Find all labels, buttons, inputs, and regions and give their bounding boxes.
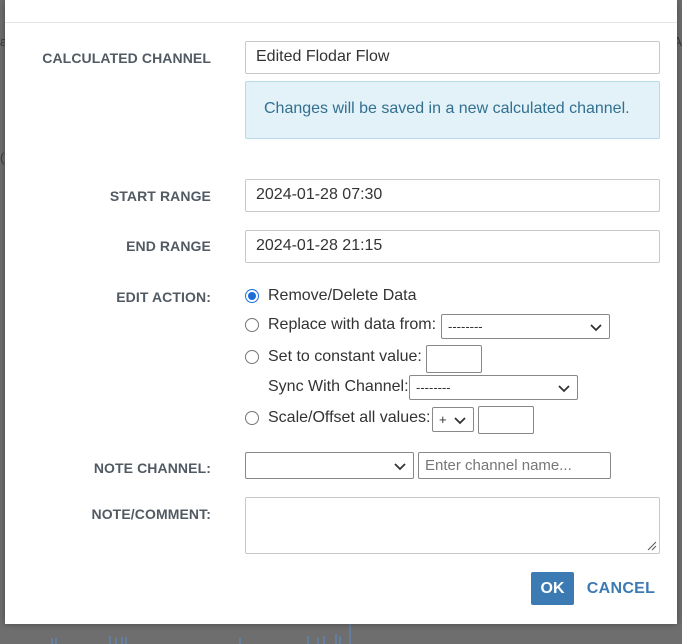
chevron-down-icon xyxy=(590,323,602,331)
replace-radio[interactable] xyxy=(245,318,259,332)
start-range-input[interactable]: 2024-01-28 07:30 xyxy=(245,179,660,212)
constant-label: Set to constant value: xyxy=(268,348,422,365)
backdrop-text-c: ( xyxy=(0,150,5,165)
end-range-label: END RANGE xyxy=(126,238,211,254)
option-constant[interactable]: Set to constant value: xyxy=(245,348,422,366)
operator-value: + xyxy=(439,412,447,427)
calculated-channel-input[interactable]: Edited Flodar Flow xyxy=(245,41,660,74)
note-channel-label: NOTE CHANNEL: xyxy=(93,460,211,476)
end-range-input[interactable]: 2024-01-28 21:15 xyxy=(245,230,660,263)
replace-source-select[interactable]: -------- xyxy=(441,314,610,339)
info-alert: Changes will be saved in a new calculate… xyxy=(245,81,660,139)
note-comment-label: NOTE/COMMENT: xyxy=(91,506,211,522)
cancel-button[interactable]: CANCEL xyxy=(587,572,655,605)
chevron-down-icon xyxy=(394,462,406,470)
resize-handle-icon[interactable] xyxy=(647,541,657,551)
option-replace[interactable]: Replace with data from: xyxy=(245,316,436,334)
chevron-down-icon xyxy=(558,384,570,392)
operator-select[interactable]: + xyxy=(432,407,474,432)
chevron-down-icon xyxy=(454,416,466,424)
remove-label: Remove/Delete Data xyxy=(268,287,417,304)
replace-source-value: -------- xyxy=(448,319,483,334)
channel-name-input[interactable]: Enter channel name... xyxy=(418,452,611,479)
dialog-header-divider xyxy=(5,22,677,23)
scale-value-input[interactable] xyxy=(478,406,534,434)
sync-channel-label: Sync With Channel: xyxy=(268,378,409,395)
sync-channel-select[interactable]: -------- xyxy=(409,375,578,400)
calculated-channel-label: CALCULATED CHANNEL xyxy=(42,50,211,66)
info-message: Changes will be saved in a new calculate… xyxy=(264,100,630,117)
edit-action-label: EDIT ACTION: xyxy=(116,289,211,305)
ok-button[interactable]: OK xyxy=(531,572,574,605)
note-channel-select[interactable] xyxy=(245,452,414,479)
edit-data-dialog: CALCULATED CHANNEL Edited Flodar Flow Ch… xyxy=(5,0,677,624)
sync-channel-value: -------- xyxy=(416,380,451,395)
note-comment-textarea[interactable] xyxy=(245,497,660,554)
replace-label: Replace with data from: xyxy=(268,316,437,333)
option-scale-offset[interactable]: Scale/Offset all values: xyxy=(245,409,430,427)
remove-radio[interactable] xyxy=(245,289,259,303)
constant-radio[interactable] xyxy=(245,350,259,364)
background-chart xyxy=(51,624,351,644)
constant-value-input[interactable] xyxy=(426,345,482,373)
scale-label: Scale/Offset all values: xyxy=(268,409,431,426)
start-range-label: START RANGE xyxy=(109,188,211,204)
option-remove-delete[interactable]: Remove/Delete Data xyxy=(245,287,417,305)
scale-radio[interactable] xyxy=(245,411,259,425)
